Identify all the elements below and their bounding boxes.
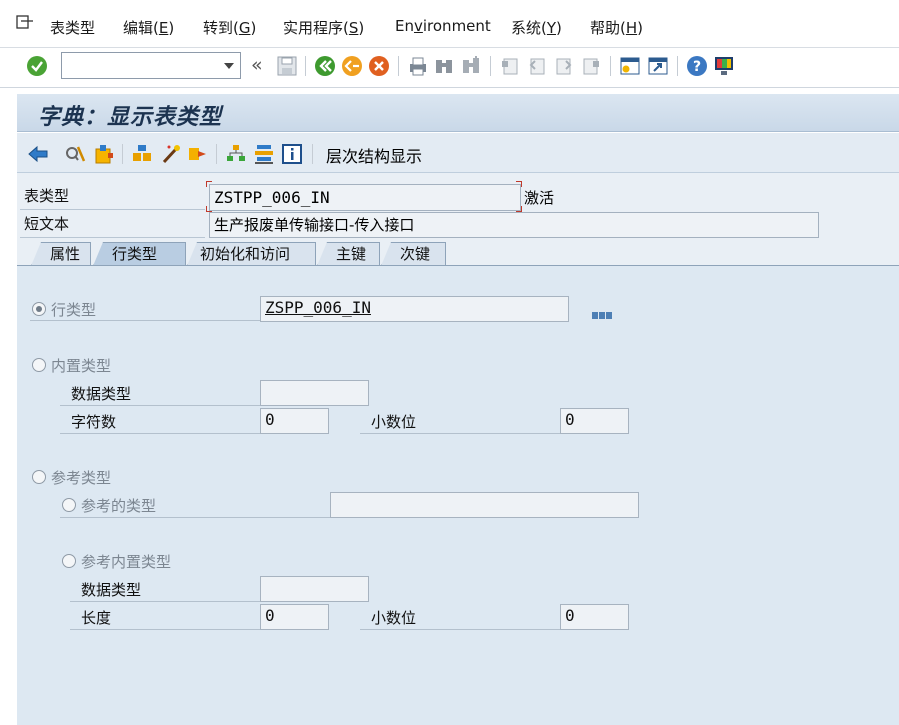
tab-primary-key[interactable]: 主键 xyxy=(317,242,380,266)
tab-secondary-key[interactable]: 次键 xyxy=(381,242,446,266)
back-icon[interactable] xyxy=(314,55,336,77)
cancel-icon[interactable] xyxy=(368,55,390,77)
svg-text:?: ? xyxy=(693,59,701,75)
info-icon[interactable] xyxy=(281,143,303,165)
menu-bar: 表类型 编辑(E) 转到(G) 实用程序(S) Environment 系统(Y… xyxy=(0,0,899,48)
menu-system[interactable]: 系统(Y) xyxy=(511,17,562,38)
save-icon[interactable] xyxy=(276,55,298,77)
enter-check-icon[interactable] xyxy=(26,55,48,77)
navigate-icon[interactable] xyxy=(187,143,209,165)
length-label: 长度 xyxy=(81,609,112,627)
decimals-field: 0 xyxy=(560,408,629,434)
where-used-icon[interactable] xyxy=(131,143,153,165)
customize-layout-icon[interactable] xyxy=(713,55,735,77)
decimals-label: 小数位 xyxy=(371,413,417,431)
last-page-icon[interactable] xyxy=(580,55,602,77)
ref-builtin-radio-label: 参考内置类型 xyxy=(81,553,172,571)
menu-utilities[interactable]: 实用程序(S) xyxy=(283,17,364,38)
data-type-label: 数据类型 xyxy=(71,385,132,403)
row-type-field: ZSPP_006_IN xyxy=(260,296,569,322)
shortcut-icon[interactable] xyxy=(647,55,669,77)
ref-to-type-radio[interactable] xyxy=(62,498,76,512)
ref-data-type-label: 数据类型 xyxy=(81,581,142,599)
technical-settings-icon[interactable] xyxy=(253,143,275,165)
other-object-icon[interactable] xyxy=(27,143,49,165)
ref-type-radio[interactable] xyxy=(32,470,46,484)
previous-page-icon[interactable] xyxy=(526,55,548,77)
ref-data-type-field xyxy=(260,576,369,602)
status-badge: 激活 xyxy=(524,189,555,207)
short-text-value: 生产报废单传输接口-传入接口 xyxy=(214,216,415,234)
print-icon[interactable] xyxy=(407,55,429,77)
hierarchy-icon[interactable] xyxy=(225,143,247,165)
menu-environment[interactable]: Environment xyxy=(395,17,491,35)
short-text-field: 生产报废单传输接口-传入接口 xyxy=(209,212,819,238)
ref-builtin-radio[interactable] xyxy=(62,554,76,568)
hierarchy-display-button[interactable]: 层次结构显示 xyxy=(326,143,422,167)
chars-label: 字符数 xyxy=(71,413,117,431)
length-field: 0 xyxy=(260,604,329,630)
ref-decimals-field: 0 xyxy=(560,604,629,630)
builtin-type-radio-label: 内置类型 xyxy=(51,357,112,375)
menu-goto[interactable]: 转到(G) xyxy=(203,17,256,38)
exit-icon[interactable] xyxy=(341,55,363,77)
collapse-toolbar-icon[interactable]: « xyxy=(251,54,263,76)
table-type-field: ZSTPP_006_IN xyxy=(209,184,521,211)
row-type-radio-label: 行类型 xyxy=(51,301,97,319)
more-fields-icon[interactable] xyxy=(592,305,613,319)
menu-icon[interactable] xyxy=(16,14,34,30)
row-type-radio[interactable] xyxy=(32,302,46,316)
ref-type-radio-label: 参考类型 xyxy=(51,469,112,487)
wizard-icon[interactable] xyxy=(160,143,182,165)
data-type-field xyxy=(260,380,369,406)
menu-table-type[interactable]: 表类型 xyxy=(50,17,95,38)
menu-help[interactable]: 帮助(H) xyxy=(590,17,643,38)
table-type-label: 表类型 xyxy=(20,184,205,210)
row-type-value: ZSPP_006_IN xyxy=(265,298,371,317)
ref-decimals-label: 小数位 xyxy=(371,609,417,627)
short-text-label: 短文本 xyxy=(20,212,205,238)
builtin-type-radio[interactable] xyxy=(32,358,46,372)
activate-icon[interactable] xyxy=(93,143,115,165)
command-field[interactable] xyxy=(61,52,241,79)
help-icon[interactable]: ? xyxy=(686,55,708,77)
page-title: 字典：显示表类型 xyxy=(38,104,223,130)
create-session-icon[interactable] xyxy=(619,55,641,77)
display-change-icon[interactable] xyxy=(64,143,86,165)
menu-edit[interactable]: 编辑(E) xyxy=(123,17,174,38)
ref-to-type-radio-label: 参考的类型 xyxy=(81,497,157,515)
next-page-icon[interactable] xyxy=(553,55,575,77)
table-type-value: ZSTPP_006_IN xyxy=(214,188,330,207)
tab-attributes[interactable]: 属性 xyxy=(31,242,91,266)
tab-row-type[interactable]: 行类型 xyxy=(93,242,186,266)
chars-field: 0 xyxy=(260,408,329,434)
ref-type-field xyxy=(330,492,639,518)
find-icon[interactable] xyxy=(433,55,455,77)
tab-init-access[interactable]: 初始化和访问 xyxy=(187,242,316,266)
dropdown-arrow-icon[interactable] xyxy=(224,63,234,69)
first-page-icon[interactable] xyxy=(499,55,521,77)
find-next-icon[interactable] xyxy=(460,55,482,77)
